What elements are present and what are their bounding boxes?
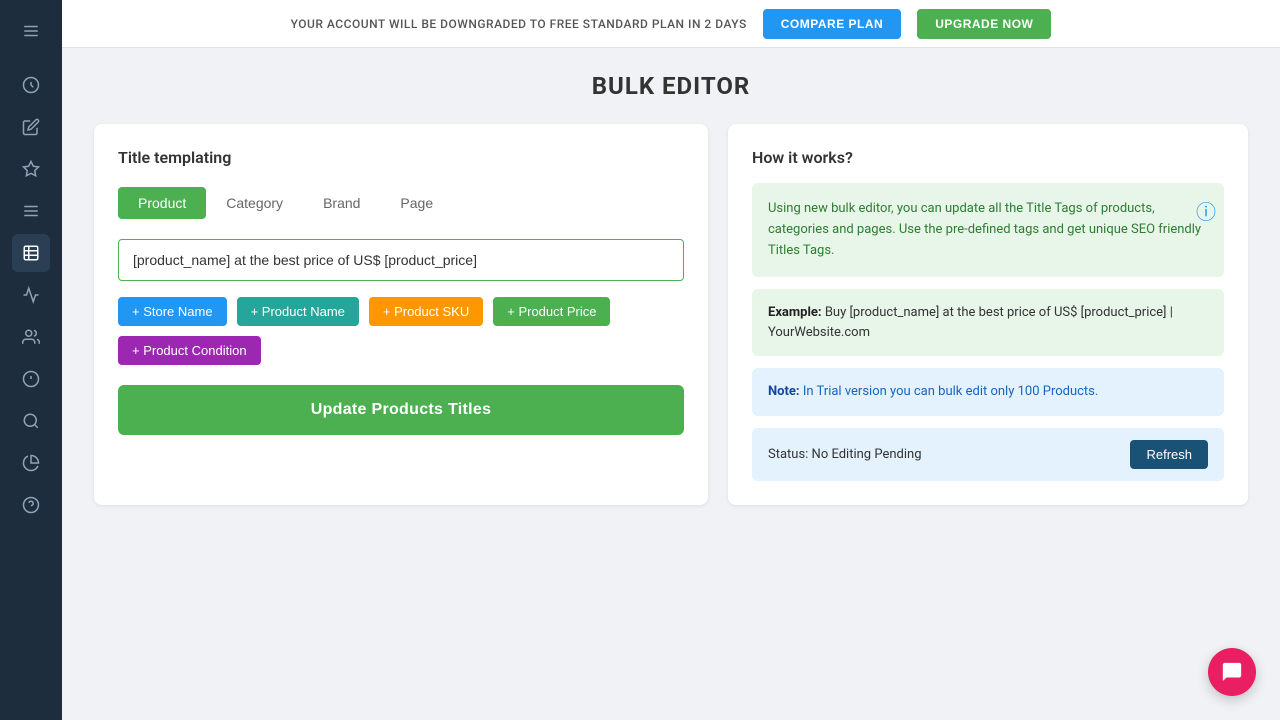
banner-text: YOUR ACCOUNT WILL BE DOWNGRADED TO FREE … [291,17,747,31]
chat-bubble-button[interactable] [1208,648,1256,696]
note-label: Note: [768,384,800,399]
product-name-tag-button[interactable]: + Product Name [237,297,359,326]
tab-brand[interactable]: Brand [303,187,380,219]
store-name-tag-button[interactable]: + Store Name [118,297,227,326]
tab-category[interactable]: Category [206,187,303,219]
top-banner: YOUR ACCOUNT WILL BE DOWNGRADED TO FREE … [62,0,1280,48]
sidebar-alert-icon[interactable] [12,360,50,398]
sidebar-edit-icon[interactable] [12,108,50,146]
right-panel-title: How it works? [752,148,1224,167]
upgrade-now-button[interactable]: UPGRADE NOW [917,9,1051,39]
example-label: Example: [768,305,822,320]
product-condition-tag-button[interactable]: + Product Condition [118,336,261,365]
sidebar-pie-icon[interactable] [12,444,50,482]
example-text: Buy [product_name] at the best price of … [768,305,1173,340]
sidebar-menu-icon[interactable] [12,12,50,50]
right-panel: How it works? Using new bulk editor, you… [728,124,1248,505]
sidebar-table-icon[interactable] [12,234,50,272]
page-title: BULK EDITOR [94,72,1248,100]
sidebar-help-icon[interactable] [12,486,50,524]
example-box: Example: Buy [product_name] at the best … [752,289,1224,356]
content-area: ⓘ Title templating Product Category Bran… [94,124,1248,505]
info-icon[interactable]: ⓘ [1196,196,1216,225]
sidebar-star-icon[interactable] [12,150,50,188]
sidebar-chart-icon[interactable] [12,276,50,314]
main-content: YOUR ACCOUNT WILL BE DOWNGRADED TO FREE … [62,0,1280,720]
sidebar-tag-icon[interactable] [12,192,50,230]
info-box: Using new bulk editor, you can update al… [752,183,1224,277]
template-input[interactable] [118,239,684,281]
sidebar-users-icon[interactable] [12,318,50,356]
status-box: Status: No Editing Pending Refresh [752,428,1224,481]
status-text: Status: No Editing Pending [768,447,922,462]
left-panel-title: Title templating [118,148,684,167]
tabs-container: Product Category Brand Page [118,187,684,219]
sidebar-dashboard-icon[interactable] [12,66,50,104]
sidebar-search-icon[interactable] [12,402,50,440]
tab-product[interactable]: Product [118,187,206,219]
note-box: Note: In Trial version you can bulk edit… [752,368,1224,416]
update-products-titles-button[interactable]: Update Products Titles [118,385,684,435]
note-text: In Trial version you can bulk edit only … [803,384,1099,399]
tag-buttons-container: + Store Name + Product Name + Product SK… [118,297,684,365]
tab-page[interactable]: Page [380,187,453,219]
product-price-tag-button[interactable]: + Product Price [493,297,610,326]
compare-plan-button[interactable]: COMPARE PLAN [763,9,901,39]
product-sku-tag-button[interactable]: + Product SKU [369,297,483,326]
left-panel: Title templating Product Category Brand … [94,124,708,505]
sidebar [0,0,62,720]
refresh-button[interactable]: Refresh [1130,440,1208,469]
page-body: BULK EDITOR ⓘ Title templating Product C… [62,48,1280,720]
